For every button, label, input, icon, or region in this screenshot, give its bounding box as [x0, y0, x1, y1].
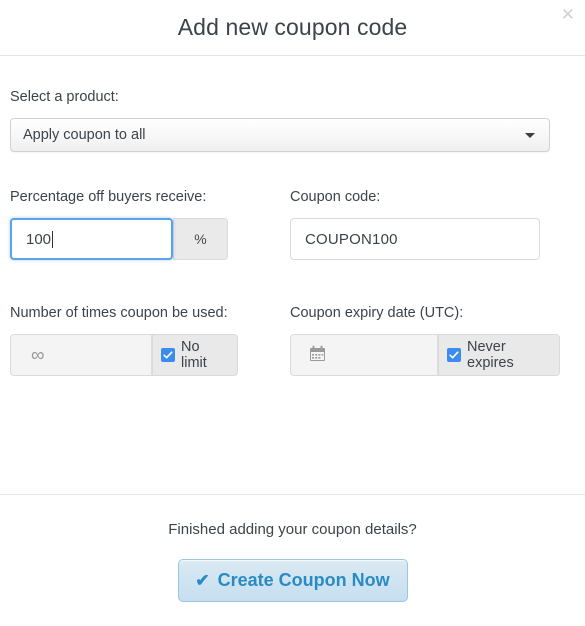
percent-sign-addon: % [173, 218, 228, 260]
never-expires-label: Never expires [467, 339, 514, 371]
product-select-value: Apply coupon to all [23, 127, 146, 143]
never-expires-checkbox[interactable] [447, 348, 461, 362]
text-cursor [52, 230, 54, 248]
footer-question: Finished adding your coupon details? [168, 521, 417, 538]
usage-limit-col: Number of times coupon be used: ∞ No lim… [10, 304, 290, 376]
calendar-icon [309, 345, 326, 366]
chevron-down-icon [525, 133, 535, 138]
coupon-code-label: Coupon code: [290, 189, 381, 205]
coupon-code-input[interactable]: COUPON100 [290, 218, 540, 260]
modal-header: Add new coupon code ✕ [0, 0, 585, 56]
check-icon: ✔ [195, 571, 210, 590]
codes-row: Percentage off buyers receive: 100 % Cou… [10, 152, 575, 260]
percentage-input-group: 100 % [10, 218, 290, 260]
no-limit-label: No limit [181, 339, 207, 371]
coupon-code-value: COUPON100 [305, 230, 398, 248]
usage-limit-input-group: ∞ No limit [10, 334, 290, 376]
no-limit-addon[interactable]: No limit [152, 334, 238, 376]
never-expires-addon[interactable]: Never expires [438, 334, 560, 376]
usage-limit-label: Number of times coupon be used: [10, 305, 228, 321]
expiry-date-input[interactable] [290, 334, 438, 376]
create-coupon-button[interactable]: ✔ Create Coupon Now [177, 559, 408, 602]
modal-body: Select a product: Apply coupon to all Pe… [0, 56, 585, 376]
product-label: Select a product: [10, 89, 119, 105]
add-coupon-modal: Add new coupon code ✕ Select a product: … [0, 0, 585, 626]
create-coupon-button-label: Create Coupon Now [217, 570, 390, 590]
product-row: Select a product: Apply coupon to all [10, 56, 575, 152]
expiry-col: Coupon expiry date (UTC): Never expires [290, 304, 575, 376]
percentage-input[interactable]: 100 [10, 218, 173, 260]
percentage-label: Percentage off buyers receive: [10, 189, 207, 205]
coupon-code-col: Coupon code: COUPON100 [290, 188, 575, 260]
modal-footer: Finished adding your coupon details? ✔ C… [0, 494, 585, 602]
usage-limit-input[interactable]: ∞ [10, 334, 152, 376]
percentage-input-value: 100 [26, 230, 52, 248]
expiry-label: Coupon expiry date (UTC): [290, 305, 464, 321]
infinity-icon: ∞ [31, 344, 45, 366]
page-title: Add new coupon code [177, 14, 408, 40]
no-limit-checkbox[interactable] [161, 348, 175, 362]
close-icon[interactable]: ✕ [561, 6, 575, 23]
expiry-input-group: Never expires [290, 334, 575, 376]
limits-row: Number of times coupon be used: ∞ No lim… [10, 260, 575, 376]
percentage-col: Percentage off buyers receive: 100 % [10, 188, 290, 260]
product-select[interactable]: Apply coupon to all [10, 118, 550, 152]
